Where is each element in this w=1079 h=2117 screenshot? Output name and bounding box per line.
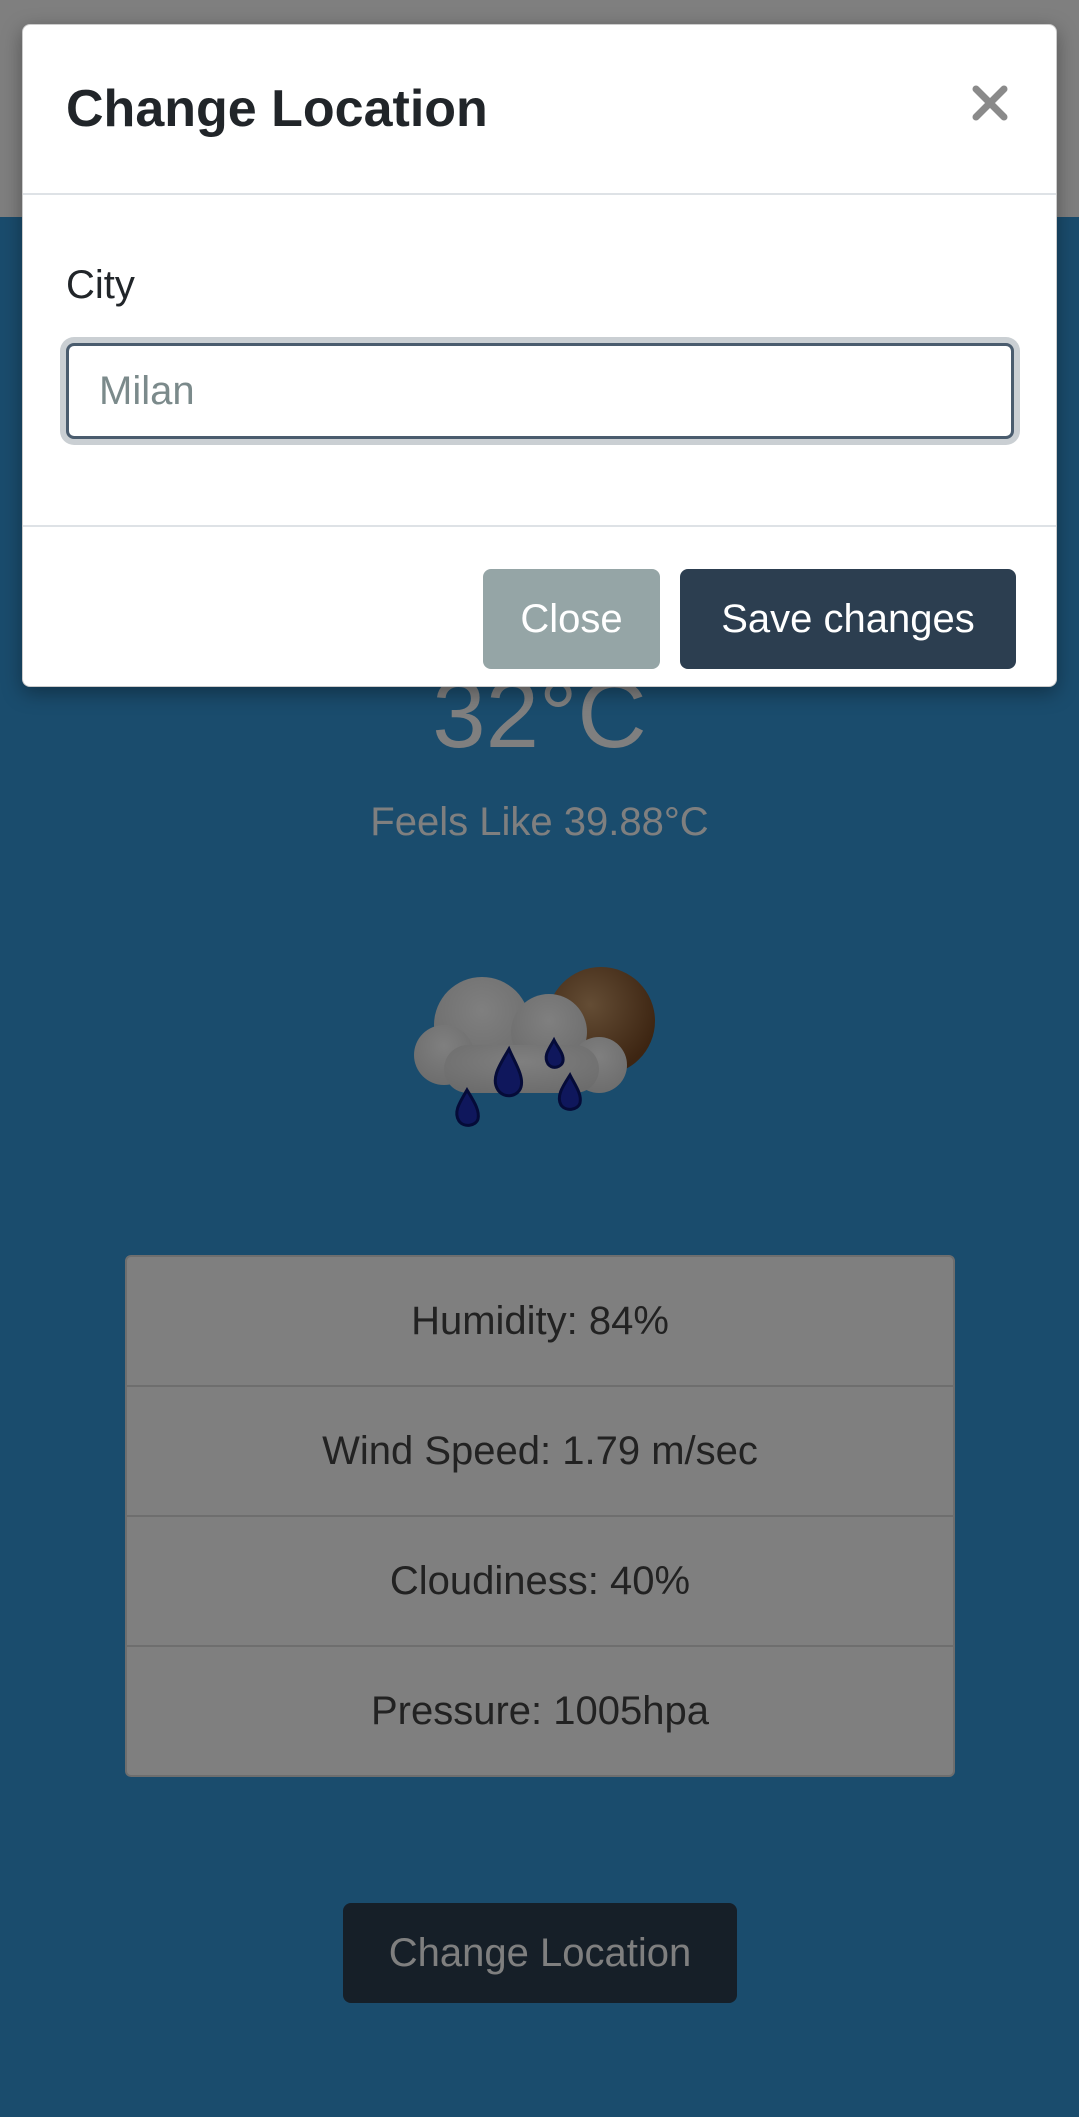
modal-title: Change Location xyxy=(66,80,488,138)
city-input[interactable] xyxy=(66,343,1014,439)
close-icon xyxy=(972,85,1008,121)
city-label: City xyxy=(66,263,135,307)
modal-body: City xyxy=(23,195,1056,527)
modal-footer: Close Save changes xyxy=(23,527,1056,686)
modal-header: Change Location xyxy=(23,25,1056,195)
close-button[interactable]: Close xyxy=(483,569,660,669)
change-location-modal: Change Location City Close Save changes xyxy=(22,24,1057,687)
save-changes-button[interactable]: Save changes xyxy=(680,569,1016,669)
modal-close-button[interactable] xyxy=(960,73,1020,133)
